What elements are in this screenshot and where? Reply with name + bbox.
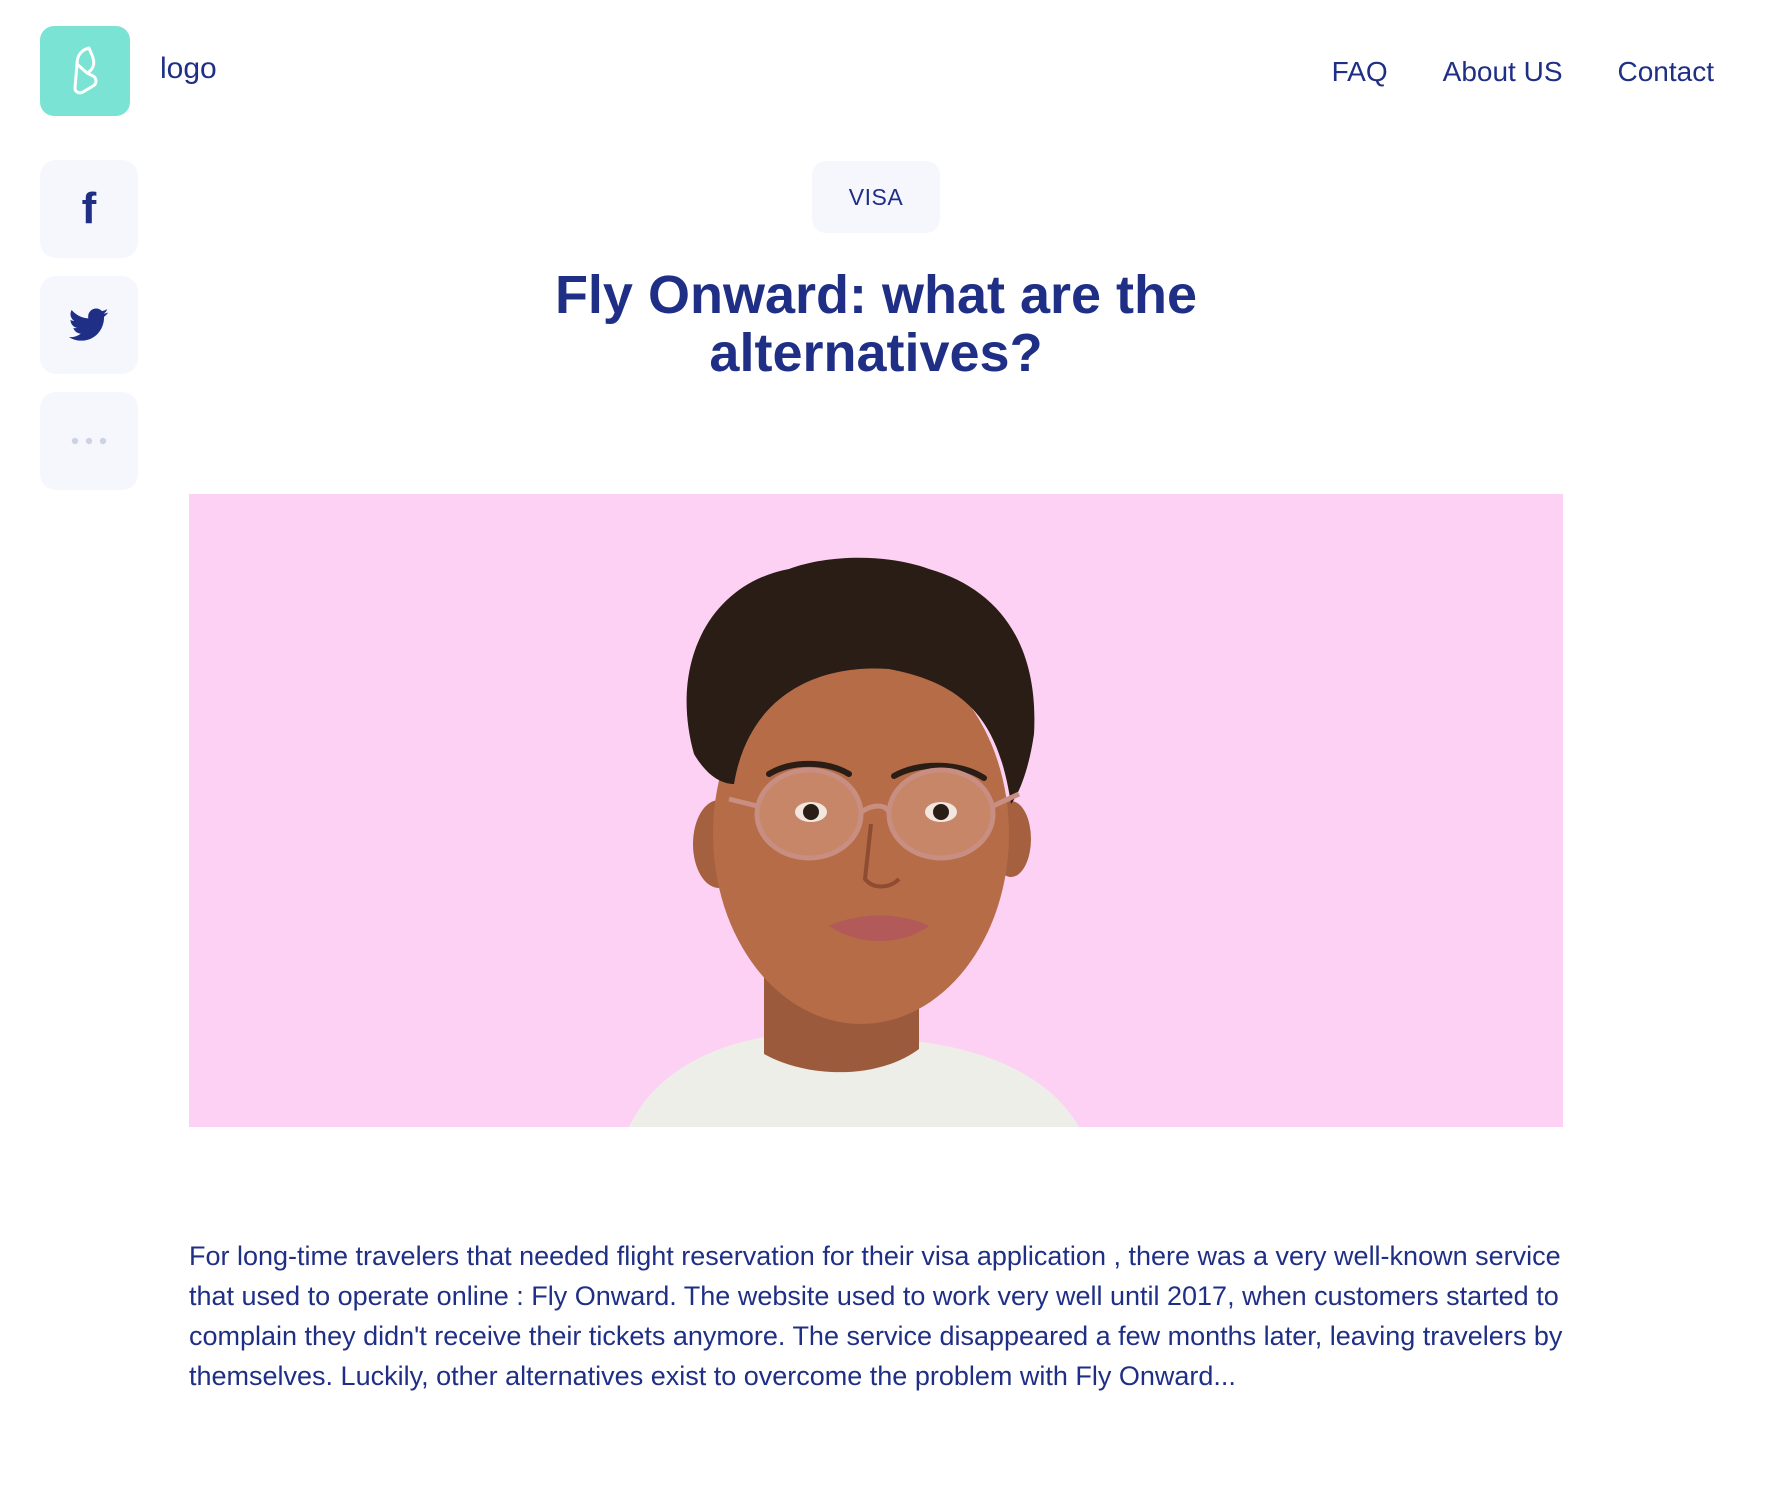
nav-faq-link[interactable]: FAQ <box>1332 56 1388 88</box>
nav-contact-link[interactable]: Contact <box>1618 56 1715 88</box>
more-icon <box>71 437 107 445</box>
hero-image <box>189 494 1563 1127</box>
article-title: Fly Onward: what are the alternatives? <box>554 265 1198 383</box>
logo-text[interactable]: logo <box>160 52 217 86</box>
twitter-share-button[interactable] <box>40 276 138 374</box>
portrait-illustration <box>629 557 1079 1127</box>
twitter-icon <box>69 308 109 341</box>
logo-tile[interactable] <box>40 26 130 116</box>
main-nav: FAQ About US Contact <box>1332 56 1714 88</box>
social-share-bar: f <box>40 160 138 490</box>
article-page: logo FAQ About US Contact f VISA Fly Onw… <box>0 0 1776 1492</box>
category-badge[interactable]: VISA <box>812 161 940 233</box>
logo-icon <box>73 46 98 95</box>
article-excerpt: For long-time travelers that needed flig… <box>189 1241 1563 1391</box>
nav-about-link[interactable]: About US <box>1443 56 1563 88</box>
facebook-icon: f <box>81 184 97 233</box>
more-share-button[interactable] <box>40 392 138 490</box>
facebook-share-button[interactable]: f <box>40 160 138 258</box>
